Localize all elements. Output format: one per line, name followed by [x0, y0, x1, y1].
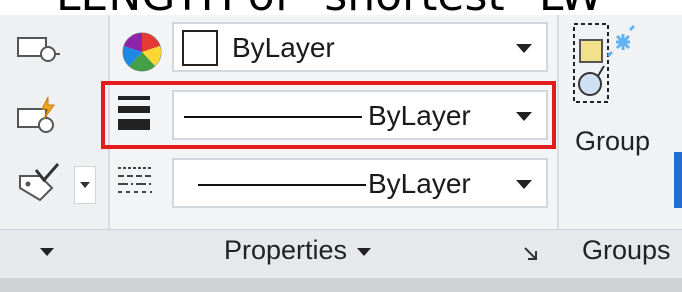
linetype-combo-value: ByLayer [368, 168, 471, 199]
color-combo-value: ByLayer [232, 32, 335, 63]
properties-panel-title[interactable]: Properties [224, 232, 372, 268]
linetype-preview-line [198, 184, 366, 186]
color-swatch [182, 30, 218, 66]
groups-panel-title[interactable]: Groups [582, 232, 671, 268]
edit-attribute-icon [17, 37, 60, 62]
active-indicator [674, 152, 682, 208]
match-properties-button[interactable] [14, 28, 62, 68]
properties-panel-title-text: Properties [224, 235, 348, 265]
attribute-manager-button[interactable] [14, 162, 64, 206]
left-panel-dropdown[interactable] [30, 232, 54, 268]
dialog-launcher-icon[interactable] [524, 247, 538, 261]
linetype-combo[interactable]: ByLayer [172, 158, 548, 208]
color-combo[interactable]: ByLayer [172, 22, 548, 72]
chevron-down-icon [80, 182, 90, 188]
lineweight-highlight-box [101, 81, 556, 149]
color-wheel-icon [120, 30, 164, 79]
chevron-down-icon [516, 44, 532, 53]
lightning-block-icon [17, 96, 55, 133]
linetype-icon [118, 162, 154, 207]
ribbon-bottom-edge [0, 278, 682, 292]
tag-check-icon [19, 163, 60, 202]
attribute-dropdown[interactable] [74, 166, 96, 204]
group-button-label: Group [575, 126, 651, 156]
group-icon [573, 23, 636, 103]
chevron-down-icon [516, 180, 532, 189]
chevron-down-icon [357, 247, 372, 256]
edit-block-button[interactable] [14, 95, 62, 139]
chevron-down-icon [40, 247, 54, 256]
